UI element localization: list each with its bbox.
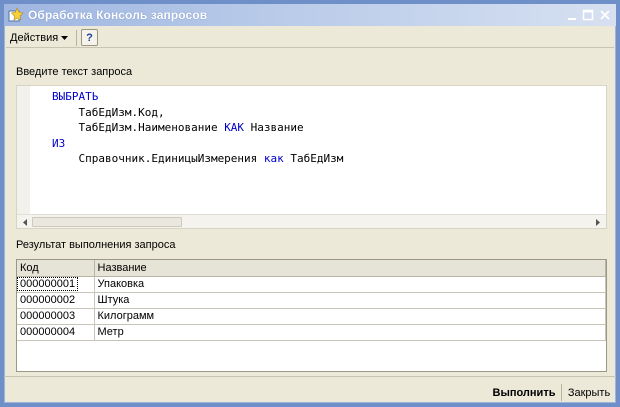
cell-text: Метр (97, 326, 124, 338)
toolbar-separator (76, 30, 77, 46)
app-icon (8, 7, 24, 23)
query-token: ТабЕдИзм.Наименование (52, 121, 225, 134)
query-line: ИЗ (52, 136, 343, 152)
help-icon: ? (86, 31, 93, 44)
actions-menu-label: Действия (10, 32, 59, 44)
query-token: Название (244, 121, 304, 134)
cell-code[interactable]: 000000002 (17, 292, 95, 309)
cell-name[interactable]: Килограмм (94, 308, 606, 325)
cell-text: 000000001 (17, 277, 79, 291)
editor-gutter (17, 86, 30, 215)
grid-header-row: Код Название (17, 260, 606, 277)
cell-text: Упаковка (97, 278, 145, 290)
table-row[interactable]: 000000003 Килограмм (17, 308, 606, 325)
scroll-left-icon (23, 218, 27, 226)
query-token: Справочник.ЕдиницыИзмерения (52, 152, 264, 165)
column-header-name[interactable]: Название (94, 260, 606, 277)
cell-text: Штука (97, 294, 130, 306)
column-header-code[interactable]: Код (17, 260, 95, 277)
footer-button-separator (561, 384, 562, 401)
close-window-button[interactable] (597, 7, 613, 22)
table-row[interactable]: 000000002 Штука (17, 292, 606, 309)
result-label: Результат выполнения запроса (16, 239, 176, 251)
cell-name[interactable]: Штука (94, 292, 606, 309)
maximize-icon (582, 9, 594, 20)
dropdown-arrow-icon (61, 35, 69, 40)
scroll-right-button[interactable] (592, 216, 605, 228)
actions-menu[interactable]: Действия (10, 30, 69, 46)
cell-code[interactable]: 000000003 (17, 308, 95, 325)
cell-name[interactable]: Метр (94, 324, 606, 341)
table-row[interactable]: 000000001 Упаковка (17, 276, 606, 293)
query-token: ТабЕдИзм.Код, (52, 105, 165, 119)
window-title: Обработка Консоль запросов (28, 8, 208, 22)
toolbar: Действия ? (6, 27, 614, 48)
cell-code[interactable]: 000000001 (17, 276, 95, 293)
close-icon (600, 9, 610, 20)
query-token: ТабЕдИзм (283, 152, 344, 165)
result-grid[interactable]: Код Название 000000001 Упаковка 000000002 Ш… (16, 259, 607, 372)
query-line: ВЫБРАТЬ (52, 89, 343, 105)
help-button[interactable]: ? (81, 29, 98, 46)
table-row[interactable]: 000000004 Метр (17, 324, 606, 341)
query-line: Справочник.ЕдиницыИзмерения как ТабЕдИзм (52, 151, 343, 167)
cell-text: 000000003 (20, 310, 76, 322)
scroll-right-icon (596, 218, 600, 226)
app-window: Обработка Консоль запросов Действия ? Вв… (0, 0, 620, 407)
scrollbar-thumb[interactable] (32, 217, 182, 227)
horizontal-scrollbar[interactable] (17, 214, 606, 228)
footer-separator (4, 376, 616, 377)
cell-name[interactable]: Упаковка (94, 276, 606, 293)
scroll-left-button[interactable] (18, 216, 31, 228)
title-bar[interactable]: Обработка Консоль запросов (4, 4, 616, 26)
cell-code[interactable]: 000000004 (17, 324, 95, 341)
cell-text: Килограмм (97, 310, 155, 322)
query-editor[interactable]: ВЫБРАТЬ ТабЕдИзм.Код, ТабЕдИзм.Наименова… (16, 85, 607, 229)
minimize-button[interactable] (564, 7, 580, 22)
query-label: Введите текст запроса (16, 66, 133, 78)
query-line: ТабЕдИзм.Наименование КАК Название (52, 120, 343, 136)
cell-text: 000000002 (20, 294, 76, 306)
query-text[interactable]: ВЫБРАТЬ ТабЕдИзм.Код, ТабЕдИзм.Наименова… (52, 89, 343, 167)
query-keyword: ВЫБРАТЬ (52, 90, 99, 103)
query-keyword: КАК (224, 121, 245, 134)
close-button[interactable]: Закрыть (564, 383, 614, 402)
query-line: ТабЕдИзм.Код, (52, 105, 343, 121)
minimize-icon (568, 17, 576, 20)
run-button[interactable]: Выполнить (490, 383, 558, 402)
query-keyword: как (263, 152, 284, 165)
maximize-button[interactable] (580, 7, 596, 22)
cell-text: 000000004 (20, 326, 76, 338)
query-keyword: ИЗ (52, 136, 66, 150)
